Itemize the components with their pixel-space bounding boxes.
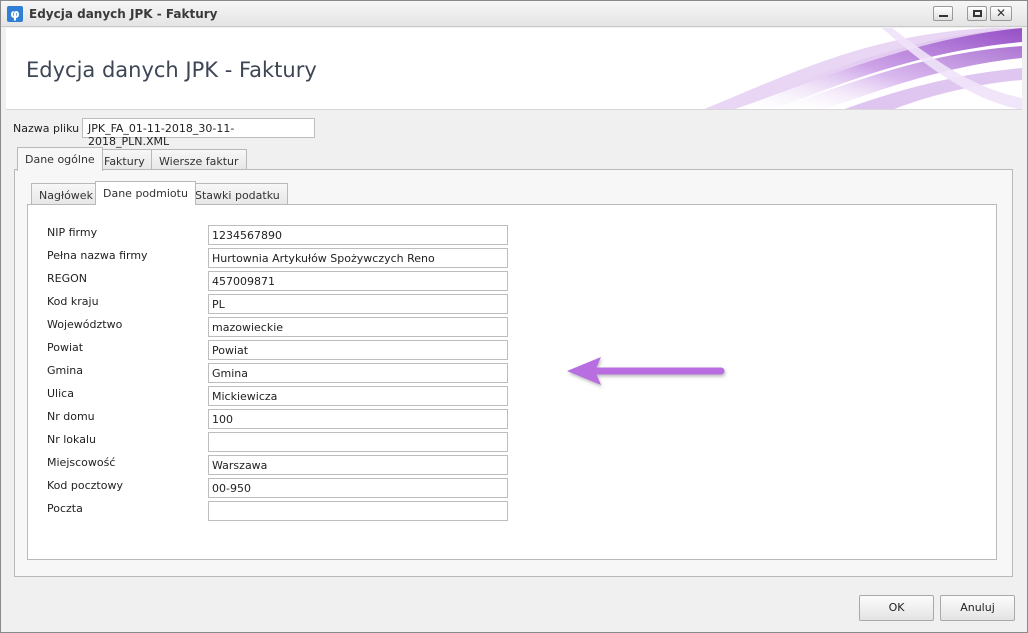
maximize-button[interactable] <box>967 6 987 21</box>
window-title: Edycja danych JPK - Faktury <box>29 7 218 21</box>
tab-faktury[interactable]: Faktury <box>96 149 153 171</box>
post-office-label: Poczta <box>47 502 83 515</box>
apartment-number-label: Nr lokalu <box>47 433 96 446</box>
ok-button[interactable]: OK <box>859 595 934 621</box>
street-label: Ulica <box>47 387 74 400</box>
cancel-button[interactable]: Anuluj <box>940 595 1015 621</box>
regon-label: REGON <box>47 272 88 285</box>
close-icon: ✕ <box>996 6 1007 20</box>
voivodeship-label: Województwo <box>47 318 123 331</box>
post-office-field[interactable] <box>208 501 508 521</box>
city-field[interactable]: Warszawa <box>208 455 508 475</box>
commune-label: Gmina <box>47 364 84 377</box>
apartment-number-field[interactable] <box>208 432 508 452</box>
commune-field[interactable]: Gmina <box>208 363 508 383</box>
dialog-window: φ Edycja danych JPK - Faktury ✕ Edycja d… <box>0 0 1028 633</box>
subtab-stawki-podatku[interactable]: Stawki podatku <box>187 183 288 205</box>
header-banner: Edycja danych JPK - Faktury <box>6 28 1022 110</box>
banner-title: Edycja danych JPK - Faktury <box>26 58 317 82</box>
company-name-label: Pełna nazwa firmy <box>47 249 148 262</box>
pointer-arrow-icon <box>567 357 725 385</box>
file-name-field[interactable]: JPK_FA_01-11-2018_30-11-2018_PLN.XML <box>82 118 315 148</box>
subtab-dane-podmiotu[interactable]: Dane podmiotu <box>95 181 196 205</box>
regon-field[interactable]: 457009871 <box>208 271 508 291</box>
entity-data-panel <box>27 204 997 560</box>
postal-code-field[interactable]: 00-950 <box>208 478 508 498</box>
house-number-field[interactable]: 100 <box>208 409 508 429</box>
file-name-label: Nazwa pliku <box>13 122 80 135</box>
nip-label: NIP firmy <box>47 226 98 239</box>
close-button[interactable]: ✕ <box>990 6 1012 21</box>
tab-dane-ogolne[interactable]: Dane ogólne <box>17 147 103 171</box>
house-number-label: Nr domu <box>47 410 95 423</box>
country-code-field[interactable]: PL <box>208 294 508 314</box>
maximize-icon <box>973 10 982 17</box>
banner-swoosh-graphic <box>704 28 1022 109</box>
nip-field[interactable]: 1234567890 <box>208 225 508 245</box>
subtab-naglowek[interactable]: Nagłówek <box>31 183 101 205</box>
company-name-field[interactable]: Hurtownia Artykułów Spożywczych Reno <box>208 248 508 268</box>
minimize-button[interactable] <box>933 6 953 21</box>
voivodeship-field[interactable]: mazowieckie <box>208 317 508 337</box>
country-code-label: Kod kraju <box>47 295 99 308</box>
phi-icon: φ <box>7 6 23 22</box>
title-bar[interactable]: φ Edycja danych JPK - Faktury ✕ <box>1 1 1027 27</box>
county-field[interactable]: Powiat <box>208 340 508 360</box>
city-label: Miejscowość <box>47 456 116 469</box>
minimize-icon <box>939 15 948 17</box>
street-field[interactable]: Mickiewicza <box>208 386 508 406</box>
county-label: Powiat <box>47 341 84 354</box>
tab-wiersze-faktur[interactable]: Wiersze faktur <box>151 149 247 171</box>
postal-code-label: Kod pocztowy <box>47 479 123 492</box>
